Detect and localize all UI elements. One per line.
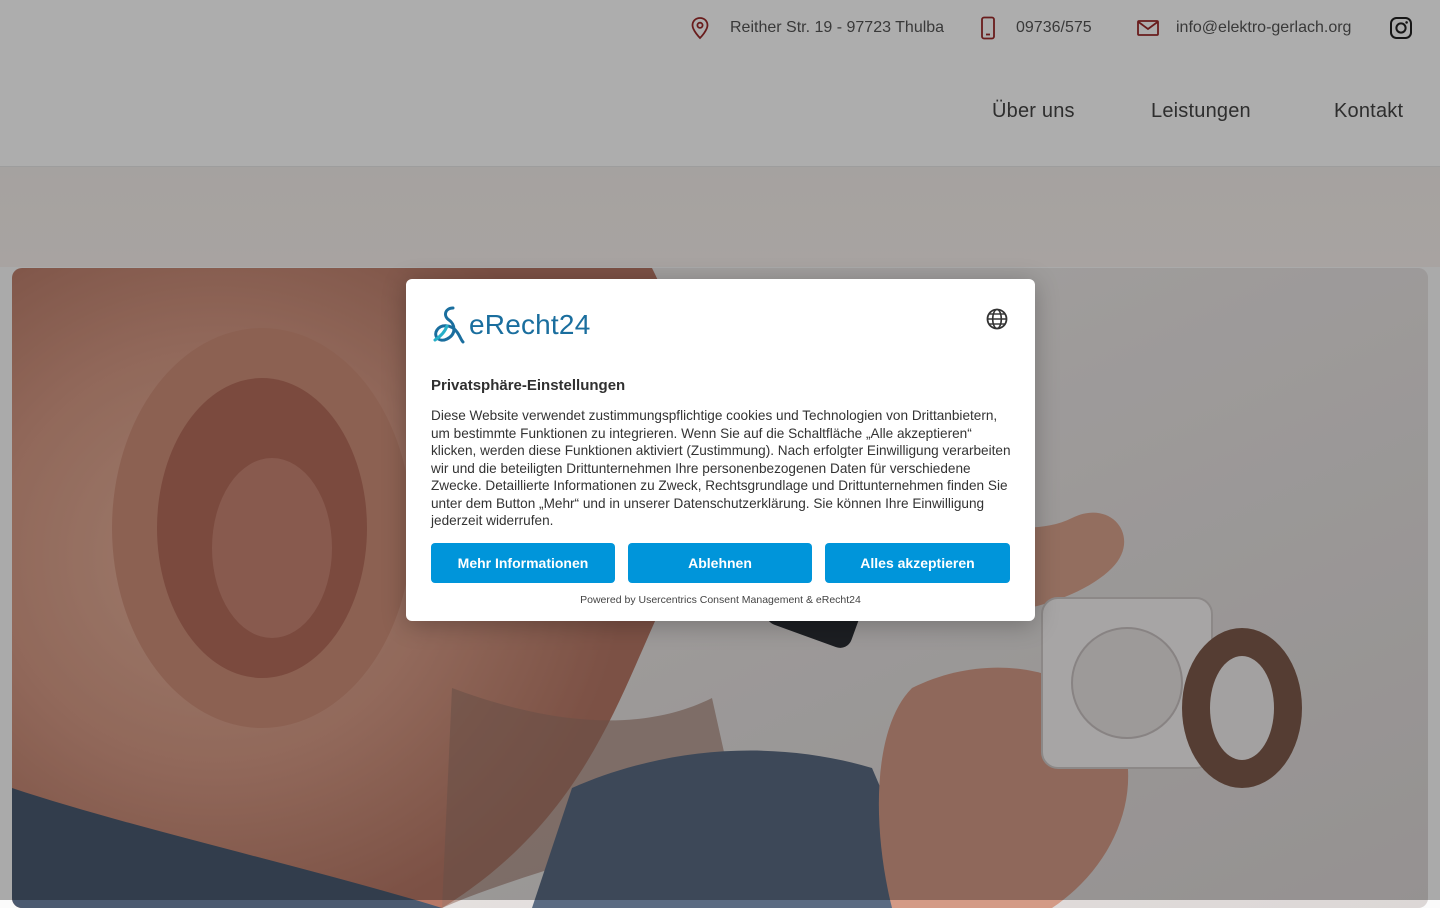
brand-name: eRecht24 (469, 309, 591, 340)
language-button[interactable] (985, 307, 1009, 331)
consent-dialog: eRecht24 Privatsphäre-Einstellungen Dies… (406, 279, 1035, 621)
dialog-description: Diese Website verwendet zustimmungspflic… (431, 408, 1011, 528)
erecht24-logo: eRecht24 (431, 305, 590, 345)
consent-button-row: Mehr Informationen Ablehnen Alles akzept… (431, 543, 1010, 583)
accept-all-button[interactable]: Alles akzeptieren (825, 543, 1010, 583)
dialog-title: Privatsphäre-Einstellungen (431, 377, 626, 394)
erecht24-logo-icon (433, 306, 465, 344)
powered-by-text: Powered by Usercentrics Consent Manageme… (580, 594, 861, 606)
globe-icon (986, 308, 1008, 330)
more-information-button[interactable]: Mehr Informationen (431, 543, 615, 583)
decline-button[interactable]: Ablehnen (628, 543, 812, 583)
